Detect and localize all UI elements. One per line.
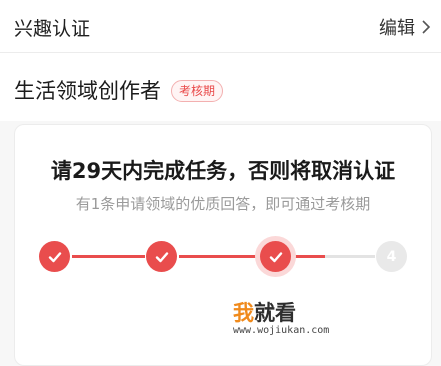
- status-badge: 考核期: [171, 80, 224, 102]
- step-connector: [325, 255, 375, 258]
- step-connector: [72, 255, 145, 258]
- progress-steps: 4: [15, 235, 431, 279]
- watermark-url: www.wojiukan.com: [233, 325, 330, 336]
- page-title: 兴趣认证: [14, 18, 91, 40]
- chevron-right-icon: [422, 20, 431, 34]
- check-icon: [269, 251, 282, 262]
- edit-label: 编辑: [379, 18, 415, 39]
- watermark-logo: 我就看: [233, 301, 296, 325]
- top-bar: 兴趣认证 编辑: [0, 0, 441, 53]
- step-connector: [293, 255, 325, 258]
- edit-button[interactable]: 编辑: [379, 14, 431, 40]
- step-4-todo: 4: [376, 241, 407, 272]
- task-card: 请29天内完成任务，否则将取消认证 有1条申请领域的优质回答，即可通过考核期 4: [14, 124, 432, 366]
- step-connector: [179, 255, 259, 258]
- step-1-done: [39, 241, 70, 272]
- certification-row: 生活领域创作者 考核期: [0, 53, 441, 121]
- check-icon: [48, 251, 61, 262]
- task-title: 请29天内完成任务，否则将取消认证: [50, 159, 396, 183]
- watermark: 我就看 www.wojiukan.com: [233, 302, 329, 336]
- task-subtitle: 有1条申请领域的优质回答，即可通过考核期: [75, 195, 371, 213]
- role-title: 生活领域创作者: [14, 79, 161, 103]
- check-icon: [155, 251, 168, 262]
- step-2-done: [146, 241, 177, 272]
- step-3-current: [260, 241, 291, 272]
